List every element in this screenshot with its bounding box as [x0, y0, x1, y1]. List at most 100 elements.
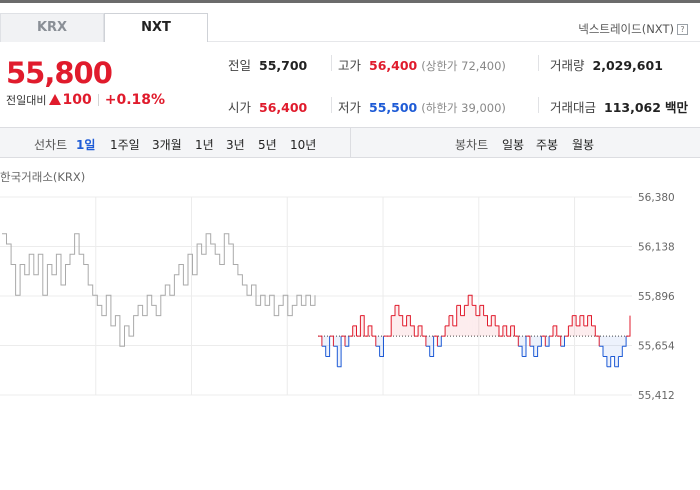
series-segment [433, 335, 438, 347]
period-10y[interactable]: 10년 [290, 136, 316, 153]
series-segment [333, 345, 338, 367]
y-tick-label: 56,380 [638, 192, 675, 204]
candle-daily[interactable]: 일봉 [502, 136, 524, 153]
line-chart-label: 선차트 [34, 138, 68, 152]
stat-amount: 거래대금 113,062 백만 [550, 97, 688, 116]
series-area [599, 336, 604, 347]
stat-unit: 백만 [664, 100, 688, 115]
divider [538, 97, 539, 113]
series-area [425, 336, 430, 347]
series-segment [556, 335, 562, 347]
series-area [495, 325, 500, 337]
divider [331, 97, 332, 113]
series-area [452, 325, 457, 337]
series-area [583, 325, 588, 337]
nxt-link-label: 넥스트레이드(NXT) [578, 22, 674, 36]
series-area [352, 325, 357, 337]
stat-value: 56,400 [369, 58, 418, 73]
stat-label: 저가 [338, 100, 362, 115]
series-area [406, 315, 411, 337]
series-segment [348, 325, 354, 337]
series-segment [583, 315, 589, 327]
divider [538, 55, 539, 71]
series-segment [549, 325, 554, 337]
series-line-previous [2, 233, 316, 347]
help-icon[interactable]: ? [677, 24, 688, 35]
series-area [344, 336, 349, 347]
series-area [622, 336, 627, 347]
stat-label: 거래량 [550, 58, 585, 73]
stat-label: 고가 [338, 58, 362, 73]
series-area [368, 325, 372, 337]
candle-monthly[interactable]: 월봉 [572, 136, 594, 153]
stat-limit: (하한가 39,000) [421, 101, 506, 115]
candle-weekly[interactable]: 주봉 [536, 136, 558, 153]
period-3m[interactable]: 3개월 [152, 136, 182, 153]
series-area [325, 336, 330, 357]
period-1y[interactable]: 1년 [195, 136, 214, 153]
series-area [475, 315, 480, 337]
series-area [603, 336, 607, 357]
series-area [545, 336, 550, 347]
change-value: 100 [62, 92, 92, 108]
series-area [437, 336, 442, 347]
series-segment [425, 345, 431, 357]
nxt-info-link[interactable]: 넥스트레이드(NXT)? [578, 21, 688, 37]
stat-volume: 거래량 2,029,601 [550, 55, 663, 74]
series-area [518, 336, 523, 347]
stat-value: 2,029,601 [592, 58, 663, 73]
stat-high: 고가 56,400 (상한가 72,400) [338, 55, 506, 74]
series-area [614, 336, 619, 367]
series-area [572, 315, 577, 337]
series-segment [356, 315, 361, 337]
series-segment [499, 325, 504, 337]
period-1w[interactable]: 1주일 [110, 136, 140, 153]
series-area [398, 315, 403, 337]
current-price: 55,800 [6, 56, 113, 90]
series-segment [364, 325, 369, 337]
series-area [360, 315, 365, 337]
series-segment [371, 335, 377, 347]
stat-open: 시가 56,400 [228, 97, 307, 116]
stat-value: 113,062 [604, 100, 661, 115]
change-label: 전일대비 [6, 94, 47, 107]
stat-label: 전일 [228, 58, 252, 73]
series-area [537, 336, 542, 347]
series-segment [526, 335, 531, 347]
series-segment [321, 345, 327, 357]
series-segment [375, 345, 381, 357]
stat-value: 56,400 [259, 100, 308, 115]
series-segment [391, 305, 396, 317]
series-area [529, 336, 534, 347]
period-1d[interactable]: 1일 [76, 136, 95, 153]
series-area [568, 325, 573, 337]
series-area [410, 325, 415, 337]
divider [97, 94, 99, 106]
series-area [418, 325, 422, 337]
series-area [460, 315, 465, 337]
series-area [429, 336, 434, 357]
y-tick-label: 55,412 [638, 390, 675, 400]
series-area [591, 325, 596, 337]
candle-chart-label: 봉차트 [455, 138, 489, 152]
series-segment [564, 325, 569, 337]
series-area [472, 305, 476, 337]
tab-krx[interactable]: KRX [0, 13, 104, 42]
up-triangle-icon [49, 94, 62, 105]
series-segment [529, 345, 535, 357]
series-segment [464, 295, 469, 306]
period-3y[interactable]: 3년 [226, 136, 245, 153]
price-change: 전일대비 100 +0.18% [6, 92, 165, 108]
series-area [391, 315, 396, 337]
tab-nxt[interactable]: NXT [104, 13, 208, 42]
price-chart[interactable]: 56,380 56,138 55,896 55,654 55,412 [0, 185, 700, 400]
series-area [379, 336, 384, 357]
series-area [487, 325, 492, 337]
series-area [375, 336, 380, 347]
y-tick-label: 55,896 [638, 291, 675, 303]
stat-low: 저가 55,500 (하한가 39,000) [338, 97, 506, 116]
period-5y[interactable]: 5년 [258, 136, 277, 153]
series-segment [518, 345, 523, 357]
series-area [337, 336, 342, 367]
series-segment [599, 345, 604, 357]
